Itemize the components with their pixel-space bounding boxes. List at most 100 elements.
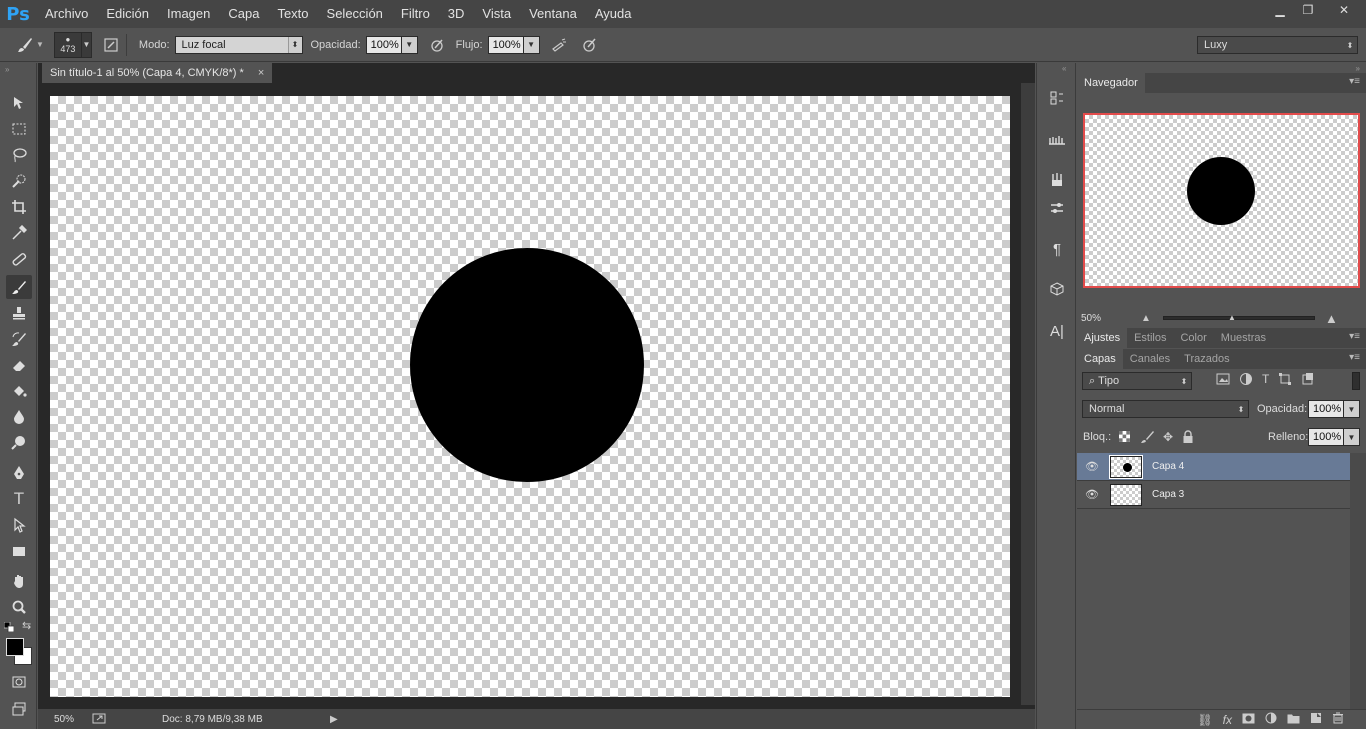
pressure-size-icon[interactable] (578, 34, 600, 56)
layer-row-capa-4[interactable]: 👁 Capa 4 (1077, 453, 1350, 481)
panels-collapse-icon[interactable]: » (1356, 64, 1360, 73)
menu-texto[interactable]: Texto (268, 0, 317, 28)
layer-row-capa-3[interactable]: 👁 Capa 3 (1077, 481, 1350, 509)
panel-menu-icon[interactable]: ▾≡ (1349, 331, 1360, 342)
lasso-tool-icon[interactable] (6, 143, 32, 167)
menu-vista[interactable]: Vista (473, 0, 520, 28)
marquee-tool-icon[interactable] (6, 117, 32, 141)
clone-stamp-tool-icon[interactable] (6, 301, 32, 325)
smart-object-filter-icon[interactable] (1301, 372, 1315, 389)
blur-tool-icon[interactable] (6, 405, 32, 429)
zoom-level[interactable]: 50% (54, 714, 74, 725)
export-icon[interactable] (92, 712, 106, 727)
menu-seleccion[interactable]: Selección (318, 0, 392, 28)
fill-dropdown[interactable]: ▼ (1344, 428, 1360, 446)
type-tool-icon[interactable]: T (6, 487, 32, 511)
minimize-button[interactable]: ▁ (1266, 0, 1294, 20)
hand-tool-icon[interactable] (6, 569, 32, 593)
brush-size-picker[interactable]: ● 473 (53, 31, 82, 58)
filter-toggle-switch[interactable] (1352, 372, 1360, 390)
restore-button[interactable]: ❐ (1294, 0, 1322, 20)
navigator-zoom-value[interactable]: 50% (1081, 313, 1101, 324)
lock-position-icon[interactable]: ✥ (1163, 430, 1173, 447)
navigator-zoom-slider[interactable]: ▲ (1163, 313, 1315, 322)
panel-menu-icon[interactable]: ▾≡ (1349, 76, 1360, 87)
tab-canales[interactable]: Canales (1123, 349, 1177, 369)
navigator-preview[interactable] (1083, 113, 1360, 288)
add-mask-icon[interactable] (1242, 713, 1255, 727)
link-layers-icon[interactable]: ⛓ (1197, 713, 1212, 727)
new-adjustment-layer-icon[interactable] (1265, 712, 1277, 727)
visibility-eye-icon[interactable]: 👁 (1077, 488, 1107, 501)
status-menu-arrow-icon[interactable]: ▶ (330, 714, 338, 725)
paint-bucket-tool-icon[interactable] (6, 379, 32, 403)
workspace-select[interactable]: Luxy ⬍ (1197, 36, 1358, 54)
lock-transparency-icon[interactable] (1118, 430, 1131, 447)
visibility-eye-icon[interactable]: 👁 (1077, 460, 1107, 473)
pen-tool-icon[interactable] (6, 461, 32, 485)
default-colors-icon[interactable] (3, 621, 15, 633)
delete-layer-icon[interactable] (1332, 712, 1344, 727)
menu-capa[interactable]: Capa (219, 0, 268, 28)
3d-panel-icon[interactable] (1045, 277, 1069, 301)
document-tab[interactable]: Sin título-1 al 50% (Capa 4, CMYK/8*) * … (42, 63, 273, 83)
zoom-in-icon[interactable]: ▲ (1325, 311, 1338, 326)
brush-tool-icon[interactable] (14, 34, 36, 56)
brush-panel-toggle-icon[interactable] (100, 34, 122, 56)
tab-muestras[interactable]: Muestras (1214, 328, 1273, 348)
foreground-color-swatch[interactable] (6, 638, 24, 656)
eraser-tool-icon[interactable] (6, 353, 32, 377)
flow-input[interactable]: 100% (487, 35, 524, 54)
panel-menu-icon[interactable]: ▾≡ (1349, 352, 1360, 363)
paragraph-panel-icon[interactable]: ¶ (1045, 237, 1069, 261)
layer-opacity-dropdown[interactable]: ▼ (1344, 400, 1360, 418)
toolbox-collapse-icon[interactable]: » (5, 65, 9, 74)
brush-size-dropdown[interactable]: ▼ (81, 31, 92, 58)
tab-navigator[interactable]: Navegador (1077, 73, 1145, 93)
brush-presets-panel-icon[interactable] (1045, 128, 1069, 152)
history-brush-tool-icon[interactable] (6, 327, 32, 351)
pressure-opacity-icon[interactable] (426, 34, 448, 56)
menu-archivo[interactable]: Archivo (36, 0, 97, 28)
close-icon[interactable]: × (258, 67, 264, 79)
clone-source-panel-icon[interactable] (1045, 196, 1069, 220)
menu-imagen[interactable]: Imagen (158, 0, 219, 28)
new-layer-icon[interactable] (1310, 712, 1322, 727)
canvas[interactable] (50, 96, 1010, 697)
rectangle-tool-icon[interactable] (6, 539, 32, 563)
shape-layer-filter-icon[interactable] (1278, 372, 1292, 389)
menu-ventana[interactable]: Ventana (520, 0, 586, 28)
zoom-out-icon[interactable]: ▲ (1141, 313, 1151, 324)
pixel-layer-filter-icon[interactable] (1216, 372, 1230, 389)
tool-preset-chevron-icon[interactable]: ▼ (36, 40, 44, 49)
opacity-dropdown[interactable]: ▼ (401, 35, 418, 54)
menu-3d[interactable]: 3D (439, 0, 474, 28)
menu-filtro[interactable]: Filtro (392, 0, 439, 28)
layer-style-fx-icon[interactable]: fx (1223, 713, 1232, 727)
blend-mode-select[interactable]: Normal ⬍ (1082, 400, 1249, 418)
healing-brush-tool-icon[interactable] (6, 247, 32, 271)
character-panel-icon[interactable]: A| (1045, 319, 1069, 343)
dodge-tool-icon[interactable] (6, 431, 32, 455)
menu-ayuda[interactable]: Ayuda (586, 0, 641, 28)
airbrush-icon[interactable] (548, 34, 570, 56)
opacity-input[interactable]: 100% (365, 35, 402, 54)
quick-selection-tool-icon[interactable] (6, 169, 32, 193)
type-layer-filter-icon[interactable]: T (1262, 372, 1269, 389)
close-button[interactable]: ✕ (1322, 0, 1366, 20)
tool-presets-panel-icon[interactable] (1045, 168, 1069, 192)
brush-tool-icon[interactable] (6, 275, 32, 299)
tab-ajustes[interactable]: Ajustes (1077, 328, 1128, 348)
swap-colors-icon[interactable]: ⇆ (22, 619, 31, 632)
lock-all-icon[interactable] (1182, 430, 1194, 447)
path-selection-tool-icon[interactable] (6, 513, 32, 537)
tab-trazados[interactable]: Trazados (1177, 349, 1236, 369)
menu-edicion[interactable]: Edición (97, 0, 158, 28)
quick-mask-icon[interactable] (6, 670, 32, 694)
slider-thumb[interactable]: ▲ (1228, 313, 1236, 322)
history-panel-icon[interactable] (1045, 86, 1069, 110)
layers-scrollbar[interactable] (1350, 453, 1366, 709)
vertical-scrollbar[interactable] (1021, 83, 1035, 705)
adjustment-layer-filter-icon[interactable] (1239, 372, 1253, 389)
tab-capas[interactable]: Capas (1077, 349, 1123, 369)
